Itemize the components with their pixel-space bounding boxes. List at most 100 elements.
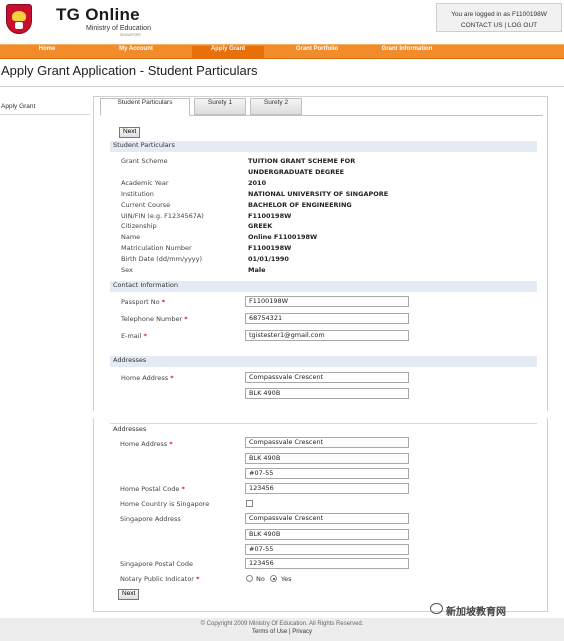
- value-matriculation-number: F1100198W: [248, 244, 292, 252]
- value-institution: NATIONAL UNIVERSITY OF SINGAPORE: [248, 190, 389, 198]
- sidebar-item-apply-grant[interactable]: Apply Grant: [1, 103, 35, 110]
- ministry-name: Ministry of Education: [86, 25, 151, 32]
- footer-links: Terms of Use | Privacy: [0, 629, 564, 635]
- required-marker: *: [161, 298, 166, 306]
- required-marker: *: [169, 440, 173, 448]
- value-sex: Male: [248, 266, 266, 274]
- label-sex: Sex: [121, 266, 133, 274]
- login-links: CONTACT US | LOG OUT: [437, 20, 561, 31]
- title-divider: [0, 86, 564, 87]
- required-marker: *: [170, 374, 174, 382]
- home-address-label-text: Home Address: [121, 374, 169, 382]
- section-contact-information: Contact Information: [110, 281, 537, 292]
- footer-separator: |: [289, 629, 291, 635]
- label-singapore-address: Singapore Address: [120, 515, 181, 523]
- footer: © Copyright 2009 Ministry Of Education. …: [0, 618, 564, 641]
- label-birth-date: Birth Date (dd/mm/yyyy): [121, 255, 203, 263]
- label-academic-year: Academic Year: [121, 179, 169, 187]
- link-separator: |: [504, 22, 507, 29]
- notary-yes-label: Yes: [281, 575, 292, 583]
- passport-input[interactable]: F1100198W: [245, 296, 409, 307]
- value-name: Online F1100198W: [248, 233, 318, 241]
- required-marker: *: [196, 575, 200, 583]
- sg-address-line2-input[interactable]: BLK 490B: [245, 529, 409, 540]
- label-singapore-postal-code: Singapore Postal Code: [120, 560, 193, 568]
- sg-address-line3-input[interactable]: #07-55: [245, 544, 409, 555]
- main-nav: Home My Account Apply Grant Grant Portfo…: [0, 44, 564, 59]
- wechat-icon: [430, 603, 443, 614]
- email-label-text: E-mail: [121, 332, 142, 340]
- sg-address-line1-input[interactable]: Compassvale Crescent: [245, 513, 409, 524]
- value-grant-scheme: TUITION GRANT SCHEME FOR: [248, 157, 356, 165]
- telephone-label-text: Telephone Number: [121, 315, 183, 323]
- moe-crest-logo: [6, 4, 32, 34]
- tab-student-particulars[interactable]: Student Particulars: [100, 98, 190, 116]
- sg-postal-code-input[interactable]: 123456: [245, 558, 409, 569]
- home-postal-code-input[interactable]: 123456: [245, 483, 409, 494]
- copyright-text: © Copyright 2009 Ministry Of Education. …: [200, 621, 364, 627]
- home-address-line1-input[interactable]: Compassvale Crescent: [245, 437, 409, 448]
- email-input[interactable]: tgistester1@gmail.com: [245, 330, 409, 341]
- label-email: E-mail *: [121, 332, 147, 340]
- tab-surety-1[interactable]: Surety 1: [194, 98, 246, 115]
- label-uin-fin: UIN/FIN (e.g. F1234567A): [121, 212, 204, 220]
- value-grant-scheme-cont: UNDERGRADUATE DEGREE: [248, 168, 345, 176]
- label-telephone-number: Telephone Number *: [121, 315, 188, 323]
- terms-of-use-link[interactable]: Terms of Use: [252, 629, 287, 635]
- home-country-singapore-checkbox[interactable]: [246, 500, 253, 507]
- tab-surety-2[interactable]: Surety 2: [250, 98, 302, 115]
- nav-grant-information[interactable]: Grant Information: [368, 46, 446, 58]
- ministry-sub: SINGAPORE: [120, 33, 141, 37]
- nav-my-account[interactable]: My Account: [103, 46, 169, 58]
- label-current-course: Current Course: [121, 201, 171, 209]
- required-marker: *: [184, 315, 188, 323]
- home-address-line3-input[interactable]: #07-55: [245, 468, 409, 479]
- notary-no-label: No: [256, 575, 265, 583]
- home-address-line2-input-top[interactable]: BLK 490B: [245, 388, 409, 399]
- telephone-input[interactable]: 68754321: [245, 313, 409, 324]
- login-box: You are logged in as F1100198W CONTACT U…: [436, 3, 562, 32]
- label-citizenship: Citizenship: [121, 222, 157, 230]
- nav-apply-grant[interactable]: Apply Grant: [192, 46, 264, 58]
- label-institution: Institution: [121, 190, 154, 198]
- label-name: Name: [121, 233, 141, 241]
- home-address-line2-input[interactable]: BLK 490B: [245, 453, 409, 464]
- section-top-rule: [110, 423, 537, 424]
- login-status: You are logged in as F1100198W: [451, 11, 547, 18]
- home-postal-label-text: Home Postal Code: [120, 485, 180, 493]
- logout-link[interactable]: LOG OUT: [508, 22, 537, 29]
- label-passport-no: Passport No *: [121, 298, 165, 306]
- section-addresses-top: Addresses: [110, 356, 537, 367]
- notary-yes-radio[interactable]: [270, 575, 277, 582]
- sidebar-divider: [0, 114, 90, 115]
- nav-grant-portfolio[interactable]: Grant Portfolio: [282, 46, 352, 58]
- notary-label-text: Notary Public Indicator: [120, 575, 194, 583]
- nav-home[interactable]: Home: [24, 46, 70, 58]
- value-uin-fin: F1100198W: [248, 212, 292, 220]
- section-addresses: Addresses: [113, 425, 147, 433]
- value-academic-year: 2010: [248, 179, 267, 187]
- home-address-line1-input-top[interactable]: Compassvale Crescent: [245, 372, 409, 383]
- home-address-label-text: Home Address: [120, 440, 168, 448]
- required-marker: *: [143, 332, 147, 340]
- watermark-text: 新加坡教育网: [446, 607, 506, 618]
- required-marker: *: [181, 485, 185, 493]
- label-home-country-singapore: Home Country is Singapore: [120, 500, 210, 508]
- page-title: Apply Grant Application - Student Partic…: [1, 63, 258, 78]
- next-button-top[interactable]: Next: [119, 127, 141, 138]
- passport-label-text: Passport No: [121, 298, 160, 306]
- privacy-link[interactable]: Privacy: [292, 629, 312, 635]
- label-grant-scheme: Grant Scheme: [121, 157, 168, 165]
- label-home-postal-code: Home Postal Code *: [120, 485, 185, 493]
- label-matriculation-number: Matriculation Number: [121, 244, 192, 252]
- app-title: TG Online: [56, 5, 140, 24]
- next-button-bottom[interactable]: Next: [118, 589, 140, 600]
- label-home-address: Home Address *: [120, 440, 173, 448]
- value-birth-date: 01/01/1990: [248, 255, 289, 263]
- notary-no-radio[interactable]: [246, 575, 253, 582]
- value-citizenship: GREEK: [248, 222, 273, 230]
- contact-us-link[interactable]: CONTACT US: [461, 22, 503, 29]
- section-student-particulars: Student Particulars: [110, 141, 537, 152]
- label-notary-public: Notary Public Indicator *: [120, 575, 199, 583]
- label-home-address-top: Home Address *: [121, 374, 174, 382]
